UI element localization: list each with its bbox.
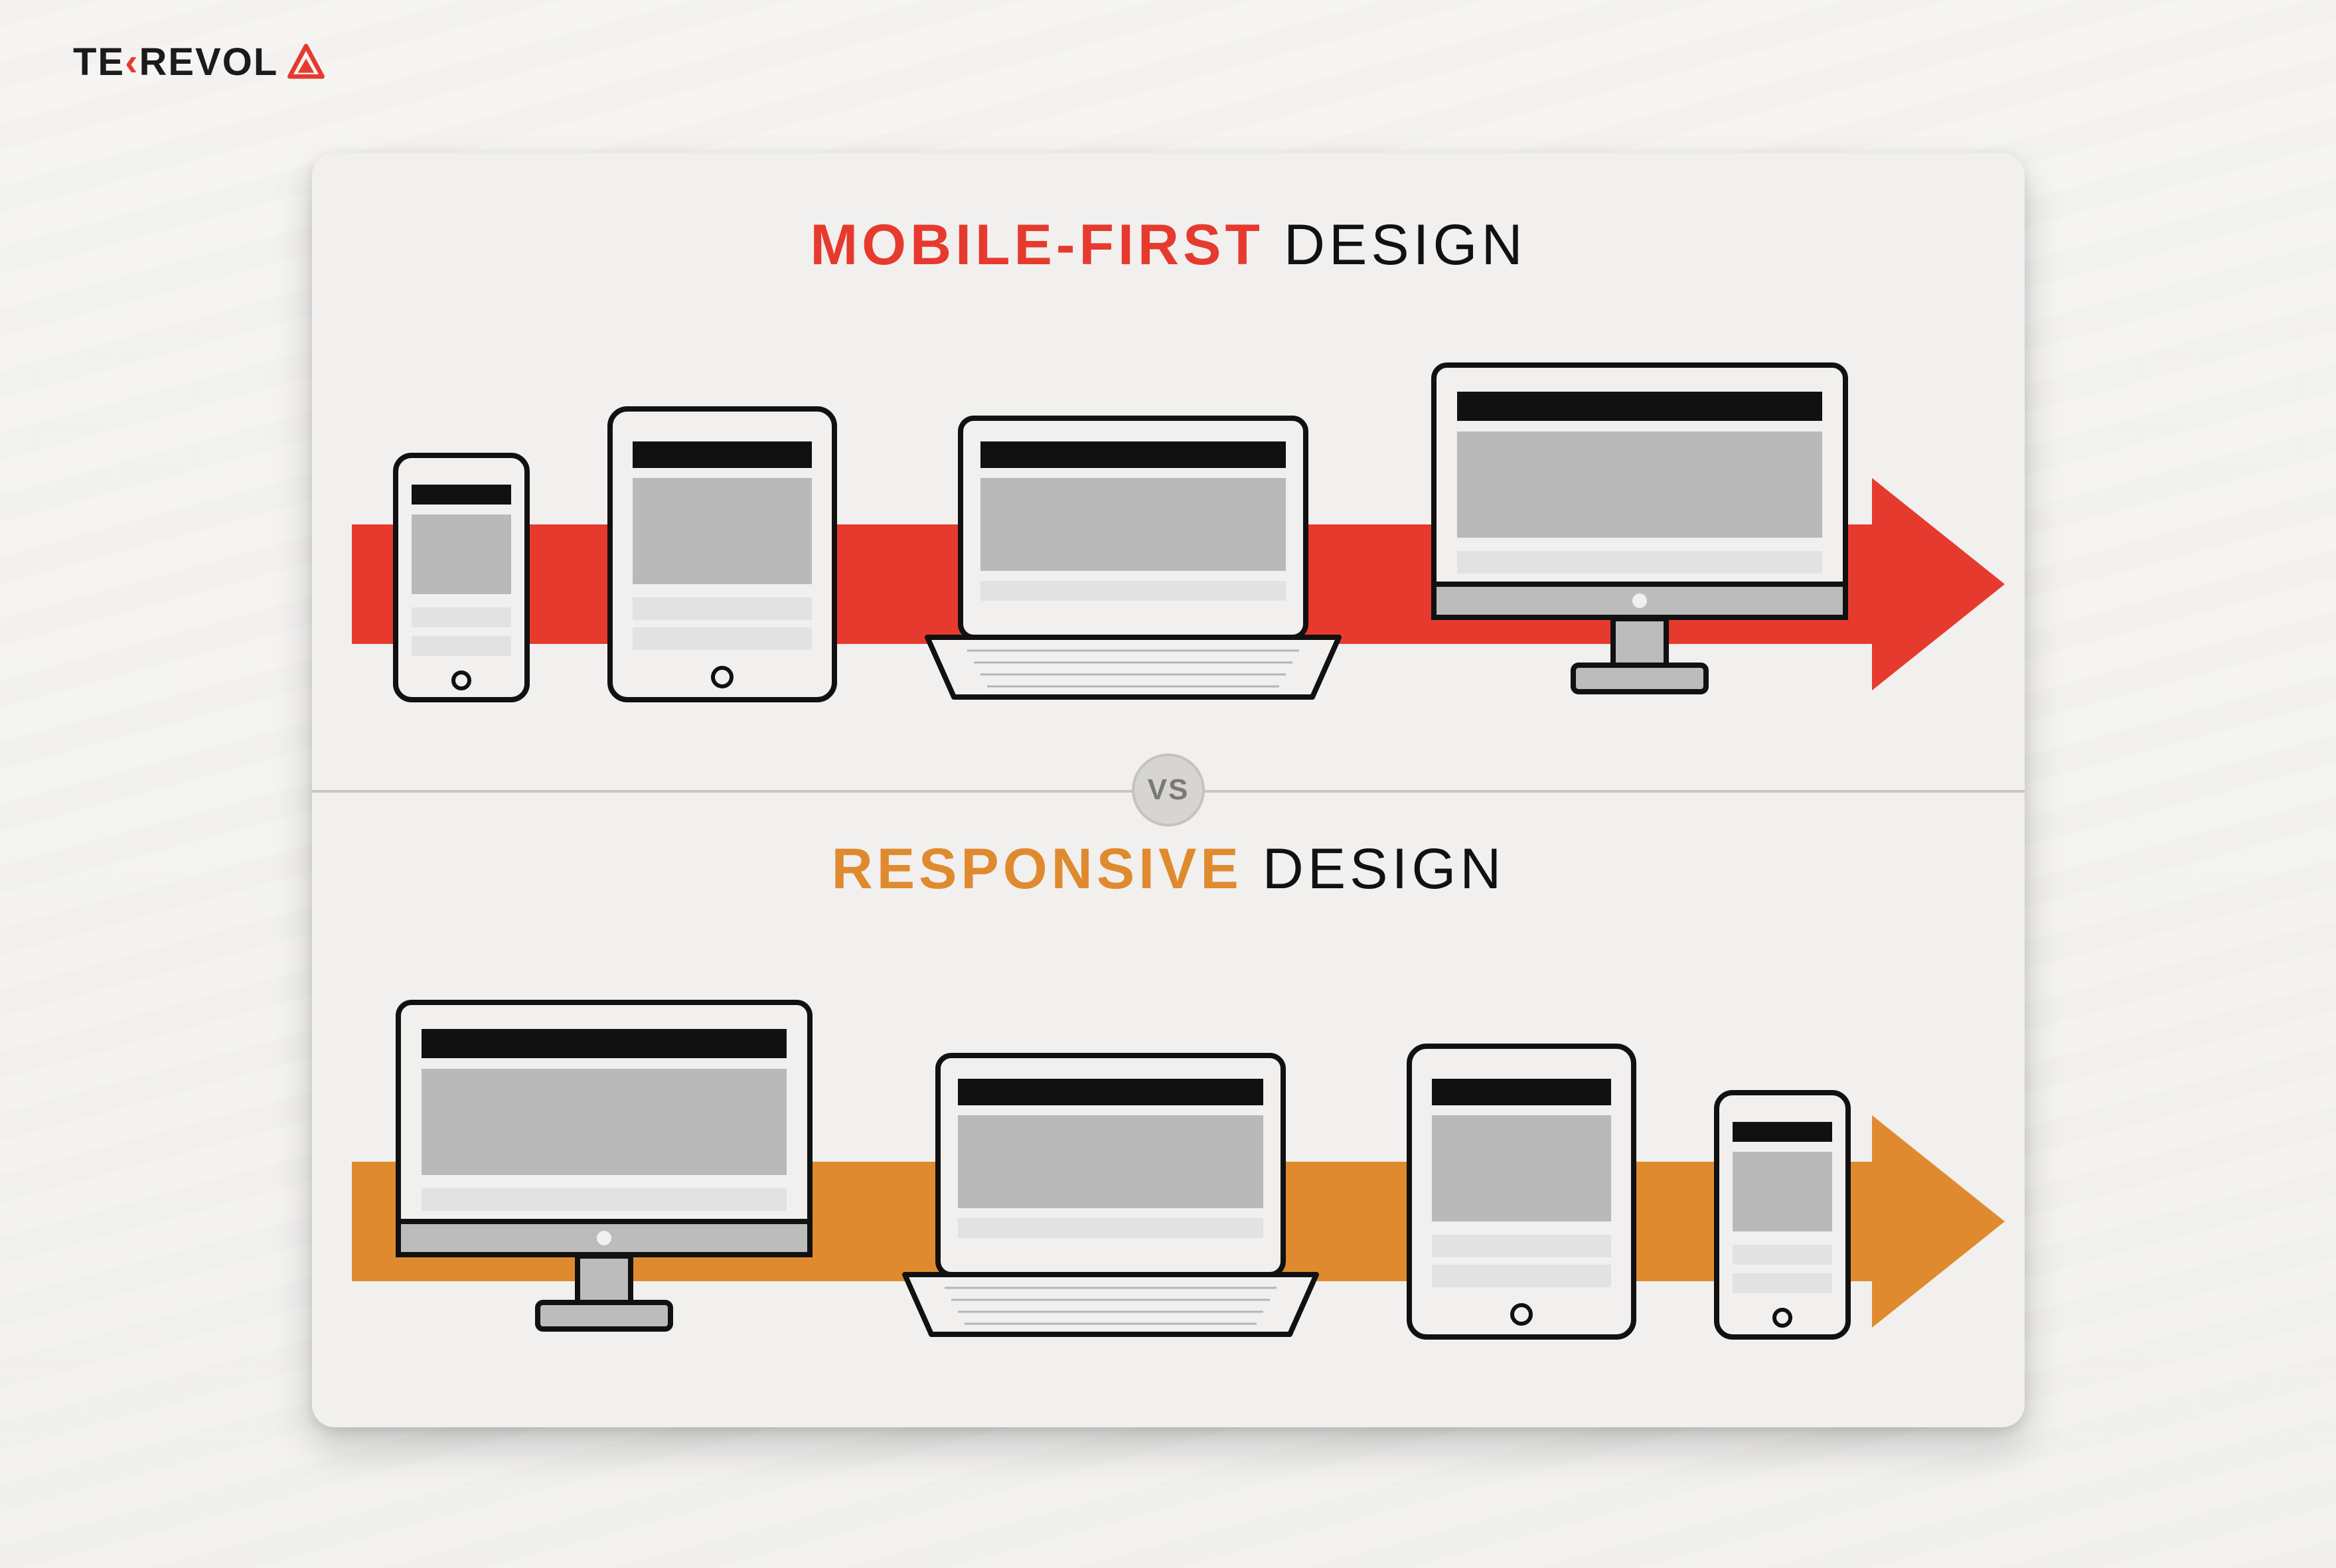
desktop-icon <box>392 996 817 1341</box>
devices-responsive <box>392 996 1852 1341</box>
phone-icon <box>1713 1089 1852 1341</box>
tablet-icon <box>606 405 838 704</box>
comparison-card: MOBILE-FIRST DESIGN <box>312 153 2025 1427</box>
title-accent: RESPONSIVE <box>832 837 1243 901</box>
title-accent: MOBILE-FIRST <box>810 213 1264 277</box>
laptop-icon <box>892 1049 1330 1341</box>
phone-icon <box>392 451 531 704</box>
row-mobile-first: MOBILE-FIRST DESIGN <box>312 153 2025 790</box>
devices-mobile-first <box>392 358 1852 704</box>
logo-text-post: REVOL <box>139 40 278 84</box>
arrow-head-icon <box>1872 1115 2005 1328</box>
row-title-responsive: RESPONSIVE DESIGN <box>312 836 2025 902</box>
desktop-icon <box>1427 358 1852 704</box>
row-title-mobile-first: MOBILE-FIRST DESIGN <box>312 212 2025 278</box>
row-responsive: RESPONSIVE DESIGN <box>312 790 2025 1427</box>
brand-logo: TE‹REVOL <box>73 40 325 84</box>
laptop-icon <box>914 412 1352 704</box>
title-rest: DESIGN <box>1243 837 1506 901</box>
logo-text-pre: TE <box>73 40 125 84</box>
logo-triangle-icon <box>287 44 325 81</box>
tablet-icon <box>1405 1042 1638 1341</box>
logo-chevron-icon: ‹ <box>125 40 139 84</box>
arrow-head-icon <box>1872 478 2005 690</box>
brand-logo-text: TE‹REVOL <box>73 40 278 84</box>
title-rest: DESIGN <box>1264 213 1527 277</box>
